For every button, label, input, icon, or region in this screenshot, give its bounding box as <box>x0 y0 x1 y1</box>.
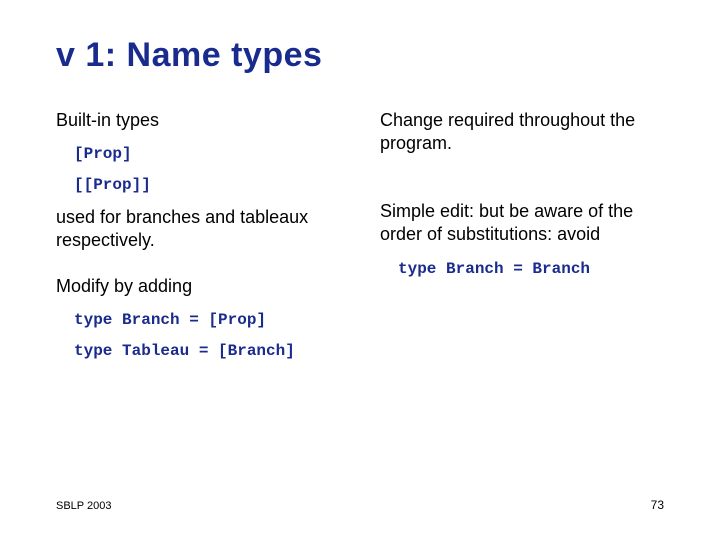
left-column: Built-in types [Prop] [[Prop]] used for … <box>56 109 340 372</box>
code-prop: [Prop] <box>74 144 340 165</box>
slide-title: v 1: Name types <box>56 36 664 75</box>
right-column: Change required throughout the program. … <box>380 109 664 372</box>
spacer <box>380 168 664 200</box>
simple-edit-text: Simple edit: but be aware of the order o… <box>380 200 664 247</box>
footer-left: SBLP 2003 <box>56 500 111 512</box>
footer-page-number: 73 <box>651 498 664 512</box>
builtin-types-label: Built-in types <box>56 109 340 132</box>
content-columns: Built-in types [Prop] [[Prop]] used for … <box>56 109 664 372</box>
code-type-tableau: type Tableau = [Branch] <box>74 341 340 362</box>
code-prop-nested: [[Prop]] <box>74 175 340 196</box>
slide: v 1: Name types Built-in types [Prop] [[… <box>0 0 720 540</box>
modify-by-adding-label: Modify by adding <box>56 275 340 298</box>
change-required-text: Change required throughout the program. <box>380 109 664 156</box>
code-type-branch: type Branch = [Prop] <box>74 310 340 331</box>
spacer <box>56 265 340 275</box>
code-type-branch-branch: type Branch = Branch <box>398 259 664 280</box>
used-for-text: used for branches and tableaux respectiv… <box>56 206 340 253</box>
